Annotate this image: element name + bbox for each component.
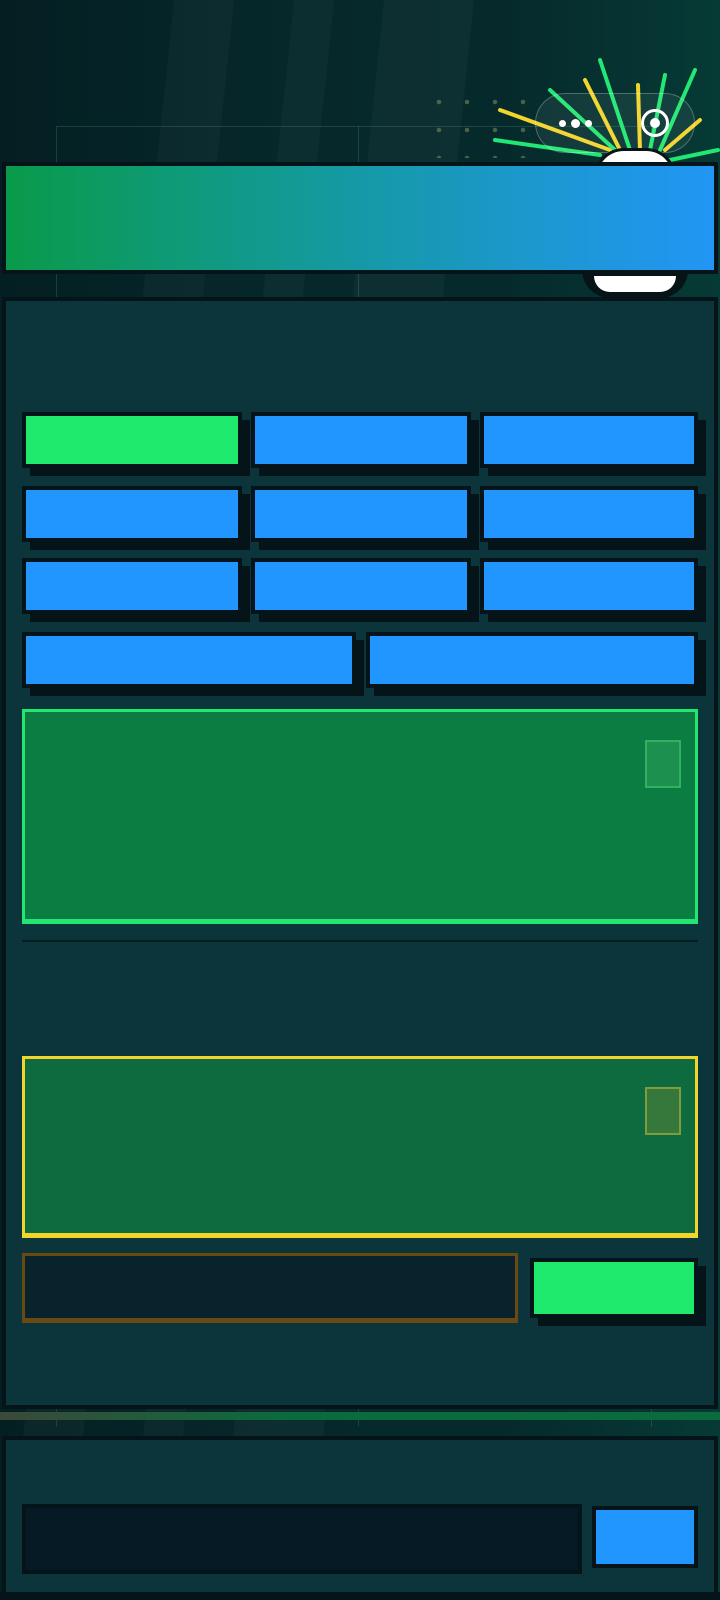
panel-input-field[interactable] bbox=[22, 1253, 518, 1323]
confirm-button[interactable] bbox=[530, 1258, 698, 1318]
copy-icon[interactable] bbox=[645, 740, 681, 788]
footer-edge bbox=[0, 1592, 720, 1600]
mini-program-capsule bbox=[535, 93, 695, 153]
result-card-secondary bbox=[22, 1056, 698, 1238]
more-dots-icon[interactable] bbox=[536, 94, 615, 152]
bottom-decoration-strip bbox=[0, 1412, 720, 1420]
option-button[interactable] bbox=[366, 632, 698, 688]
result-card-primary bbox=[22, 709, 698, 924]
copy-icon[interactable] bbox=[645, 1087, 681, 1135]
option-button[interactable] bbox=[251, 412, 471, 468]
option-button[interactable] bbox=[251, 486, 471, 542]
send-button[interactable] bbox=[592, 1506, 698, 1568]
section-divider bbox=[22, 940, 698, 942]
mascot-chin bbox=[582, 270, 688, 298]
option-button[interactable] bbox=[480, 558, 698, 614]
option-button[interactable] bbox=[22, 412, 242, 468]
option-button[interactable] bbox=[480, 486, 698, 542]
option-button[interactable] bbox=[22, 558, 242, 614]
option-button[interactable] bbox=[22, 486, 242, 542]
message-input[interactable] bbox=[22, 1504, 582, 1574]
option-button[interactable] bbox=[22, 632, 356, 688]
option-button[interactable] bbox=[480, 412, 698, 468]
header-banner bbox=[2, 162, 718, 274]
close-circle-icon[interactable] bbox=[615, 94, 694, 152]
option-button[interactable] bbox=[251, 558, 471, 614]
